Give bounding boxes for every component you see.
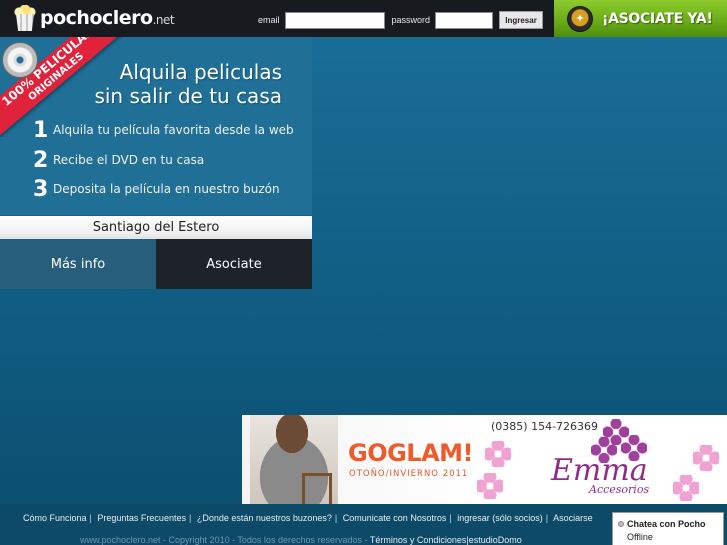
model-photo — [250, 415, 338, 504]
footer-separator: | — [545, 513, 549, 523]
hero-headline-line-2: sin salir de tu casa — [94, 84, 282, 108]
step-2: 2 Recibe el DVD en tu casa — [33, 147, 204, 173]
emma-phone: (0385) 154-726369 — [491, 420, 599, 433]
email-label: email — [258, 15, 280, 25]
footer-link-signup[interactable]: Asociarse — [553, 513, 593, 523]
flower-icon — [693, 445, 719, 471]
emma-logo-subtitle: Accesorios — [589, 483, 650, 496]
chat-status: Offline — [627, 532, 653, 542]
chat-widget[interactable]: Chatea con Pocho Offline — [612, 512, 724, 545]
hero-headline: Alquila peliculas sin salir de tu casa — [60, 60, 282, 108]
flower-icon — [477, 473, 503, 499]
goglam-title: GOGLAM! — [348, 439, 474, 467]
chat-title-text: Chatea con Pocho — [627, 519, 706, 529]
footer-separator: | — [89, 513, 92, 523]
step-3: 3 Deposita la película en nuestro buzón — [33, 176, 280, 202]
join-label: Asociate — [206, 256, 262, 272]
footer-separator: | — [334, 513, 338, 523]
popcorn-medal-icon: ✦ — [567, 5, 593, 32]
join-button[interactable]: Asociate — [156, 239, 312, 289]
copyright-text: www.pochoclero.net - Copyright 2010 - To… — [80, 535, 370, 545]
sponsor-banner: GOGLAM! OTOÑO/INVIERNO 2011 (0385) 154-7… — [242, 415, 727, 504]
emma-ad[interactable]: (0385) 154-726369 Emma Accesorios — [477, 415, 727, 504]
more-info-label: Más info — [50, 256, 106, 272]
flower-icon — [485, 441, 511, 467]
goglam-subtitle: OTOÑO/INVIERNO 2011 — [349, 469, 469, 479]
login-form: email password Ingresar — [258, 11, 544, 29]
copyright-line: www.pochoclero.net - Copyright 2010 - To… — [80, 535, 522, 545]
site-logo[interactable]: pochoclero.net — [14, 4, 175, 32]
step-text: Alquila tu película favorita desde la we… — [53, 123, 294, 137]
credit-link[interactable]: estudioDomo — [469, 535, 522, 545]
city-selector[interactable]: Santiago del Estero — [0, 216, 312, 239]
step-text: Recibe el DVD en tu casa — [53, 153, 205, 167]
step-text: Deposita la película en nuestro buzón — [53, 182, 280, 196]
terms-link[interactable]: Términos y Condiciones — [370, 535, 467, 545]
step-number: 2 — [33, 147, 49, 173]
footer-links: Cómo Funciona | Preguntas Frecuentes | ¿Do… — [23, 513, 593, 523]
email-field[interactable] — [284, 11, 385, 29]
footer-separator: | — [188, 513, 192, 523]
chat-title: Chatea con Pocho — [618, 519, 706, 529]
popcorn-icon — [14, 5, 36, 31]
footer-link-contact[interactable]: Comunicate con Nosotros — [343, 513, 447, 523]
footer-separator: | — [449, 513, 452, 523]
flower-icon — [673, 475, 699, 501]
login-button[interactable]: Ingresar — [499, 11, 544, 29]
goglam-ad[interactable]: GOGLAM! OTOÑO/INVIERNO 2011 — [242, 415, 483, 504]
join-now-banner[interactable]: ✦ ¡ASOCIATE YA! — [554, 0, 727, 37]
password-field[interactable] — [435, 11, 494, 29]
logo-text: pochoclero.net — [40, 7, 175, 29]
step-number: 1 — [33, 117, 49, 143]
footer-link-how-it-works[interactable]: Cómo Funciona — [23, 513, 87, 523]
footer-link-faq[interactable]: Preguntas Frecuentes — [97, 513, 186, 523]
step-number: 3 — [33, 176, 49, 202]
offline-status-icon — [618, 521, 624, 527]
hero-headline-line-1: Alquila peliculas — [119, 60, 282, 84]
dvd-icon — [2, 42, 38, 78]
join-now-label: ¡ASOCIATE YA! — [602, 10, 713, 27]
password-label: password — [391, 15, 431, 25]
step-1: 1 Alquila tu película favorita desde la … — [33, 117, 294, 143]
more-info-button[interactable]: Más info — [0, 239, 156, 289]
footer-link-mailboxes[interactable]: ¿Donde están nuestros buzones? — [197, 513, 332, 523]
footer-link-members-login[interactable]: ingresar (sólo socios) — [457, 513, 543, 523]
top-bar: pochoclero.net email password Ingresar ✦… — [0, 0, 727, 37]
